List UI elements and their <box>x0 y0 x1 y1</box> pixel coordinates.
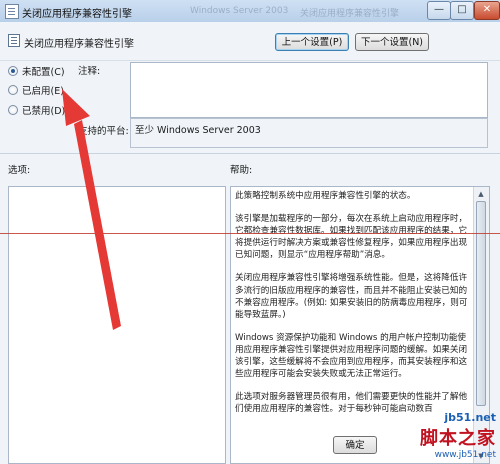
radio-circle[interactable] <box>8 66 18 76</box>
policy-document-icon <box>5 4 19 19</box>
annotation-line <box>0 233 500 234</box>
comment-textarea[interactable] <box>130 62 488 118</box>
radio-disabled[interactable]: 已禁用(D) <box>8 103 65 117</box>
scroll-up-icon[interactable]: ▲ <box>476 188 486 200</box>
scroll-thumb[interactable] <box>476 201 486 406</box>
help-paragraph: 该引擎是加载程序的一部分，每次在系统上启动应用程序时，它都检查兼容性数据库。如果… <box>235 214 468 261</box>
background-window-title: 关闭应用程序兼容性引擎 <box>300 9 400 19</box>
supported-platform-value: 至少 Windows Server 2003 <box>135 125 261 136</box>
radio-enabled[interactable]: 已启用(E) <box>8 83 64 97</box>
comment-label: 注释: <box>78 66 101 77</box>
radio-label: 未配置(C) <box>22 67 65 78</box>
ok-button[interactable]: 确定 <box>333 436 377 454</box>
platform-label: 支持的平台: <box>78 126 129 137</box>
help-paragraph: 此策略控制系统中应用程序兼容性引擎的状态。 <box>235 191 416 201</box>
radio-circle[interactable] <box>8 105 18 115</box>
policy-document-icon <box>8 34 20 47</box>
options-label: 选项: <box>8 165 31 176</box>
policy-editor-panel: 关闭应用程序兼容性引擎 上一个设置(P) 下一个设置(N) 未配置(C) 已启用… <box>0 22 500 464</box>
options-pane <box>8 186 226 464</box>
window-title: 关闭应用程序兼容性引擎 <box>22 9 132 20</box>
background-window-text: Windows Server 2003 <box>190 6 289 16</box>
help-label: 帮助: <box>230 165 253 176</box>
maximize-button[interactable]: □ <box>450 1 474 20</box>
section-divider <box>0 153 500 154</box>
radio-not-configured[interactable]: 未配置(C) <box>8 64 65 78</box>
watermark-name: 脚本之家 <box>420 428 496 449</box>
help-paragraph: 关闭应用程序兼容性引擎将增强系统性能。但是，这将降低许多流行的旧版应用程序的兼容… <box>235 273 468 320</box>
radio-circle[interactable] <box>8 85 18 95</box>
next-setting-button[interactable]: 下一个设置(N) <box>355 33 429 51</box>
supported-platform-box: 至少 Windows Server 2003 <box>130 118 488 148</box>
window-title-bar[interactable]: 关闭应用程序兼容性引擎 Windows Server 2003 关闭应用程序兼容… <box>0 0 500 23</box>
help-paragraph: Windows 资源保护功能和 Windows 的用户帐户控制功能使用应用程序兼… <box>235 332 468 380</box>
radio-label: 已启用(E) <box>22 86 64 97</box>
watermark-url: www.jb51.net <box>434 450 496 460</box>
watermark: jb51.net 脚本之家 www.jb51.net <box>420 411 496 460</box>
previous-setting-button[interactable]: 上一个设置(P) <box>275 33 349 51</box>
minimize-button[interactable]: — <box>427 1 451 20</box>
radio-label: 已禁用(D) <box>22 106 66 117</box>
policy-header: 关闭应用程序兼容性引擎 上一个设置(P) 下一个设置(N) <box>0 22 500 61</box>
watermark-site: jb51.net <box>444 411 496 424</box>
policy-name: 关闭应用程序兼容性引擎 <box>24 39 134 50</box>
close-button[interactable]: ✕ <box>474 1 500 20</box>
help-text: 此策略控制系统中应用程序兼容性引擎的状态。 该引擎是加载程序的一部分，每次在系统… <box>235 190 471 426</box>
